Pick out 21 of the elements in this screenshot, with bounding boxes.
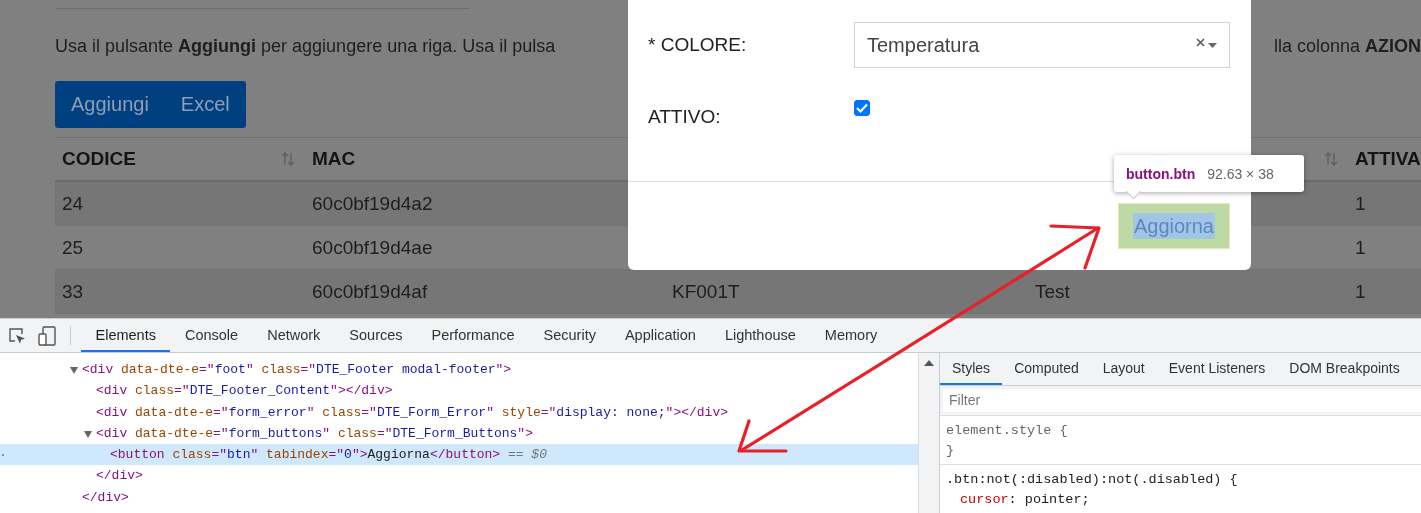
table-cell: 60c0bf19d4ae	[312, 236, 433, 259]
css-selector: element.style {	[946, 422, 1069, 440]
table-cell: 60c0bf19d4af	[312, 280, 428, 303]
table-cell: 33	[62, 280, 84, 303]
field-label: ATTIVO:	[648, 105, 722, 128]
css-selector: .btn:not(:disabled):not(.disabled) {	[946, 471, 1239, 489]
table-cell: 1	[1355, 236, 1366, 259]
table-cell: 24	[62, 192, 84, 215]
table-cell: 60c0bf19d4a2	[312, 192, 433, 215]
table-cell: 1	[1355, 192, 1366, 215]
css-declaration: cursor: pointer;	[959, 491, 1091, 509]
css-brace: }	[946, 442, 956, 460]
instruction-text: Usa il pulsante Aggiungi per aggiungere una riga. Usa il pulsa	[55, 35, 556, 57]
instruction-text: lla colonna AZION	[1273, 35, 1421, 57]
tooltip-selector: button.btn	[1126, 165, 1196, 182]
table-cell: 1	[1355, 280, 1366, 303]
table-cell: KF001T	[672, 280, 740, 303]
tooltip-size: 92.63 × 38	[1207, 165, 1274, 182]
field-label: * COLORE:	[648, 34, 748, 56]
table-cell: Test	[1035, 280, 1070, 303]
table-cell: 25	[62, 236, 84, 259]
